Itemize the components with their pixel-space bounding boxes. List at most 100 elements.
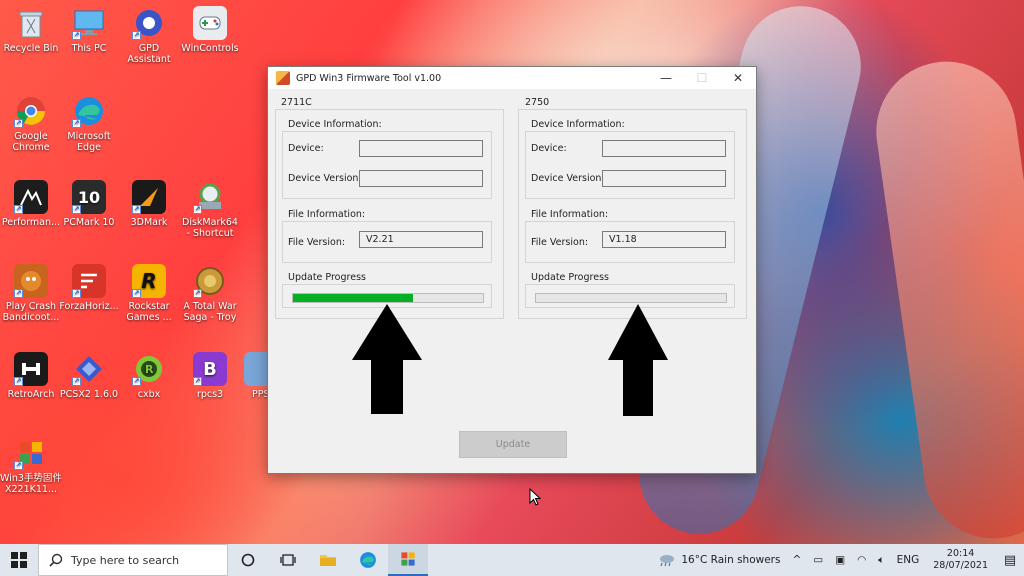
shortcut-arrow-icon: ↗ (72, 119, 81, 128)
desktop-icon-label: WinControls (181, 43, 239, 54)
file-version-field[interactable]: V1.18 (602, 231, 726, 248)
progress-fill (293, 294, 413, 302)
desktop-icon-forza[interactable]: ↗ ForzaHoriz... (58, 264, 120, 312)
chevron-up-icon[interactable]: ^ (792, 554, 801, 566)
shortcut-arrow-icon: ↗ (193, 289, 202, 298)
edge-taskbar-button[interactable] (348, 544, 388, 576)
folder-icon (320, 555, 336, 566)
troy-icon: ↗ (193, 264, 227, 298)
desktop-icon-crash-bandicoot[interactable]: ↗ Play Crash Bandicoot... (0, 264, 62, 323)
desktop-icon-recycle-bin[interactable]: Recycle Bin (0, 6, 62, 54)
desktop-icon-pcsx2[interactable]: ↗ PCSX2 1.6.0 (58, 352, 120, 400)
start-button[interactable] (0, 544, 38, 576)
desktop-icon-this-pc[interactable]: ↗ This PC (58, 6, 120, 54)
up-arrow-icon (608, 304, 668, 416)
desktop-icon-gpd-assistant[interactable]: ↗ GPD Assistant (118, 6, 180, 65)
panel-title: 2711C (279, 97, 314, 108)
mouse-cursor-icon (529, 488, 541, 506)
weather-text[interactable]: 16°C Rain showers (681, 554, 780, 566)
desktop-icon-performance[interactable]: ↗ Performan... (0, 180, 62, 228)
desktop-icon-label: Google Chrome (12, 131, 50, 153)
shortcut-arrow-icon: ↗ (132, 205, 141, 214)
search-input[interactable]: Type here to search (38, 544, 228, 576)
desktop-icon-edge[interactable]: ↗ Microsoft Edge (58, 94, 120, 153)
device-field[interactable] (602, 140, 726, 157)
clock-time: 20:14 (946, 548, 975, 559)
retroarch-icon: ↗ (14, 352, 48, 386)
chrome-icon: ↗ (14, 94, 48, 128)
desktop-icon-pps[interactable]: PPS (232, 352, 268, 400)
desktop-icon-diskmark[interactable]: ↗ DiskMark64 - Shortcut (179, 180, 241, 239)
volume-icon[interactable]: 🔈︎ (878, 554, 884, 567)
firmware-tool-icon (401, 552, 415, 566)
update-progress-label: Update Progress (286, 272, 368, 283)
shortcut-arrow-icon: ↗ (72, 289, 81, 298)
title-bar[interactable]: GPD Win3 Firmware Tool v1.00 — ☐ ✕ (268, 67, 756, 89)
device-information-label: Device Information: (286, 119, 384, 130)
desktop-icon-3dmark[interactable]: ↗ 3DMark (118, 180, 180, 228)
shortcut-arrow-icon: ↗ (14, 461, 23, 470)
update-button[interactable]: Update (459, 431, 567, 458)
desktop-icon-cxbx[interactable]: R ↗ cxbx (118, 352, 180, 400)
desktop-icon-troy[interactable]: ↗ A Total War Saga - Troy (179, 264, 241, 323)
cortana-button[interactable] (228, 544, 268, 576)
performance-icon: ↗ (14, 180, 48, 214)
gear-icon: ↗ (132, 6, 166, 40)
desktop-icon-rockstar[interactable]: R ↗ Rockstar Games ... (118, 264, 180, 323)
device-version-field[interactable] (602, 170, 726, 187)
shortcut-arrow-icon: ↗ (14, 377, 23, 386)
minimize-button[interactable]: — (648, 67, 684, 89)
desktop-icon-label: Recycle Bin (3, 43, 59, 54)
file-explorer-button[interactable] (308, 544, 348, 576)
file-version-label: File Version: (531, 237, 589, 248)
firmware-tool-taskbar-button[interactable] (388, 544, 428, 576)
desktop-icon-retroarch[interactable]: ↗ RetroArch (0, 352, 62, 400)
forza-icon: ↗ (72, 264, 106, 298)
search-icon (49, 553, 63, 567)
cxbx-icon: R ↗ (132, 352, 166, 386)
shortcut-arrow-icon: ↗ (132, 289, 141, 298)
shortcut-arrow-icon: ↗ (132, 31, 141, 40)
crash-bandicoot-icon: ↗ (14, 264, 48, 298)
update-progress-label: Update Progress (529, 272, 611, 283)
desktop-icon-label: Rockstar Games ... (126, 301, 172, 323)
shortcut-arrow-icon: ↗ (193, 377, 202, 386)
task-view-icon (280, 554, 296, 566)
shortcut-arrow-icon: ↗ (14, 205, 23, 214)
close-button[interactable]: ✕ (720, 67, 756, 89)
clock-date: 28/07/2021 (933, 560, 988, 571)
svg-text:R: R (145, 363, 154, 376)
desktop-icon-chrome[interactable]: ↗ Google Chrome (0, 94, 62, 153)
shortcut-arrow-icon: ↗ (72, 31, 81, 40)
notifications-icon[interactable]: ▤ (996, 544, 1024, 576)
wifi-icon[interactable]: ◠ (857, 554, 866, 566)
shortcut-arrow-icon: ↗ (132, 377, 141, 386)
device-version-field[interactable] (359, 170, 483, 187)
desktop-icon-label: DiskMark64 - Shortcut (182, 217, 238, 239)
desktop-icon-label: Microsoft Edge (67, 131, 111, 153)
pcsx2-icon: ↗ (72, 352, 106, 386)
clock[interactable]: 20:14 28/07/2021 (933, 548, 988, 572)
desktop-icon-label: This PC (71, 43, 107, 54)
task-view-button[interactable] (268, 544, 308, 576)
search-placeholder: Type here to search (71, 553, 180, 567)
firmware-tool-window: GPD Win3 Firmware Tool v1.00 — ☐ ✕ 2711C… (267, 66, 757, 474)
cortana-icon (241, 553, 255, 567)
device-field[interactable] (359, 140, 483, 157)
edge-icon (360, 552, 376, 568)
file-information-label: File Information: (529, 209, 611, 220)
file-version-field[interactable]: V2.21 (359, 231, 483, 248)
desktop-icon-wincontrols[interactable]: WinControls (179, 6, 241, 54)
desktop-icon-win3-firmware[interactable]: ↗ Win3手势固件X221K11... (0, 436, 62, 495)
desktop-icon-label: Win3手势固件X221K11... (0, 473, 62, 495)
display-icon[interactable]: ▣ (835, 554, 845, 566)
battery-icon[interactable]: ▭ (813, 554, 823, 566)
weather-rain-icon (660, 555, 675, 567)
shortcut-arrow-icon: ↗ (14, 119, 23, 128)
desktop-icon-pcmark[interactable]: 10 ↗ PCMark 10 (58, 180, 120, 228)
taskbar: Type here to search 16°C Rain showers ^ … (0, 544, 1024, 576)
language-indicator[interactable]: ENG (897, 554, 920, 566)
recycle-bin-icon (14, 6, 48, 40)
desktop-icon-label: 3DMark (130, 217, 168, 228)
maximize-button[interactable]: ☐ (684, 67, 720, 89)
